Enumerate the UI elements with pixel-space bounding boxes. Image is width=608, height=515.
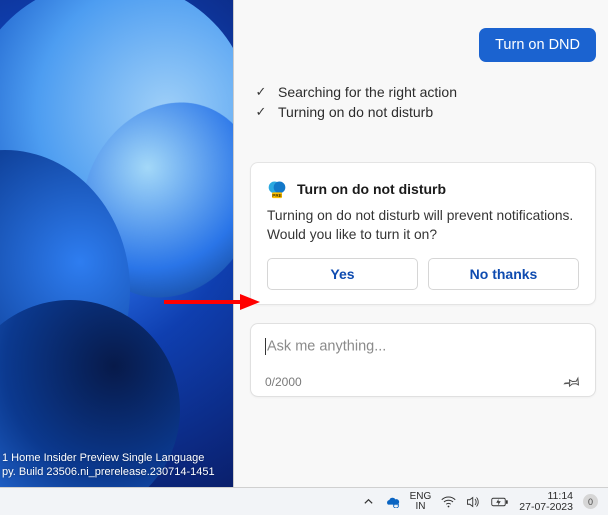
- yes-button[interactable]: Yes: [267, 258, 418, 290]
- copilot-chat-panel: Turn on DND ✓ Searching for the right ac…: [233, 0, 608, 487]
- wifi-icon[interactable]: [441, 496, 456, 508]
- clock-time: 11:14: [548, 491, 574, 502]
- watermark-line2: py. Build 23506.ni_prerelease.230714-145…: [2, 465, 215, 479]
- char-counter: 0/2000: [265, 375, 302, 389]
- desktop-watermark: 1 Home Insider Preview Single Language p…: [2, 451, 215, 479]
- text-caret: [265, 338, 266, 355]
- card-actions: Yes No thanks: [267, 258, 579, 290]
- input-footer: 0/2000: [265, 374, 581, 390]
- clock-date: 27-07-2023: [519, 502, 573, 513]
- notification-center-button[interactable]: 0: [583, 494, 598, 509]
- svg-text:PRE: PRE: [272, 193, 281, 198]
- status-item: ✓ Searching for the right action: [254, 82, 596, 102]
- action-card: PRE Turn on do not disturb Turning on do…: [250, 162, 596, 305]
- chat-input-area[interactable]: Ask me anything... 0/2000: [250, 323, 596, 397]
- copilot-pre-icon: PRE: [267, 179, 287, 199]
- status-text: Turning on do not disturb: [278, 104, 433, 120]
- tray-chevron-icon[interactable]: [363, 496, 374, 507]
- taskbar: ENG IN 11:14 27-07-2023 0: [0, 487, 608, 515]
- check-icon: ✓: [254, 84, 268, 100]
- check-icon: ✓: [254, 104, 268, 120]
- language-indicator[interactable]: ENG IN: [410, 492, 432, 512]
- desktop-wallpaper: 1 Home Insider Preview Single Language p…: [0, 0, 233, 487]
- chat-input[interactable]: Ask me anything...: [265, 338, 581, 364]
- chat-input-placeholder: Ask me anything...: [267, 339, 386, 355]
- clock[interactable]: 11:14 27-07-2023: [519, 491, 573, 513]
- lang-bot: IN: [415, 502, 425, 512]
- no-thanks-button[interactable]: No thanks: [428, 258, 579, 290]
- battery-icon[interactable]: [491, 497, 509, 507]
- status-text: Searching for the right action: [278, 84, 457, 100]
- card-header: PRE Turn on do not disturb: [267, 179, 579, 199]
- card-body: Turning on do not disturb will prevent n…: [267, 207, 579, 244]
- onedrive-icon[interactable]: [384, 496, 400, 508]
- lang-top: ENG: [410, 492, 432, 502]
- status-list: ✓ Searching for the right action ✓ Turni…: [254, 82, 596, 122]
- watermark-line1: 1 Home Insider Preview Single Language: [2, 451, 215, 465]
- status-item: ✓ Turning on do not disturb: [254, 102, 596, 122]
- volume-icon[interactable]: [466, 496, 481, 508]
- user-message-bubble[interactable]: Turn on DND: [479, 28, 596, 62]
- card-title: Turn on do not disturb: [297, 181, 446, 197]
- pin-icon[interactable]: [562, 371, 585, 394]
- notif-count: 0: [588, 497, 593, 507]
